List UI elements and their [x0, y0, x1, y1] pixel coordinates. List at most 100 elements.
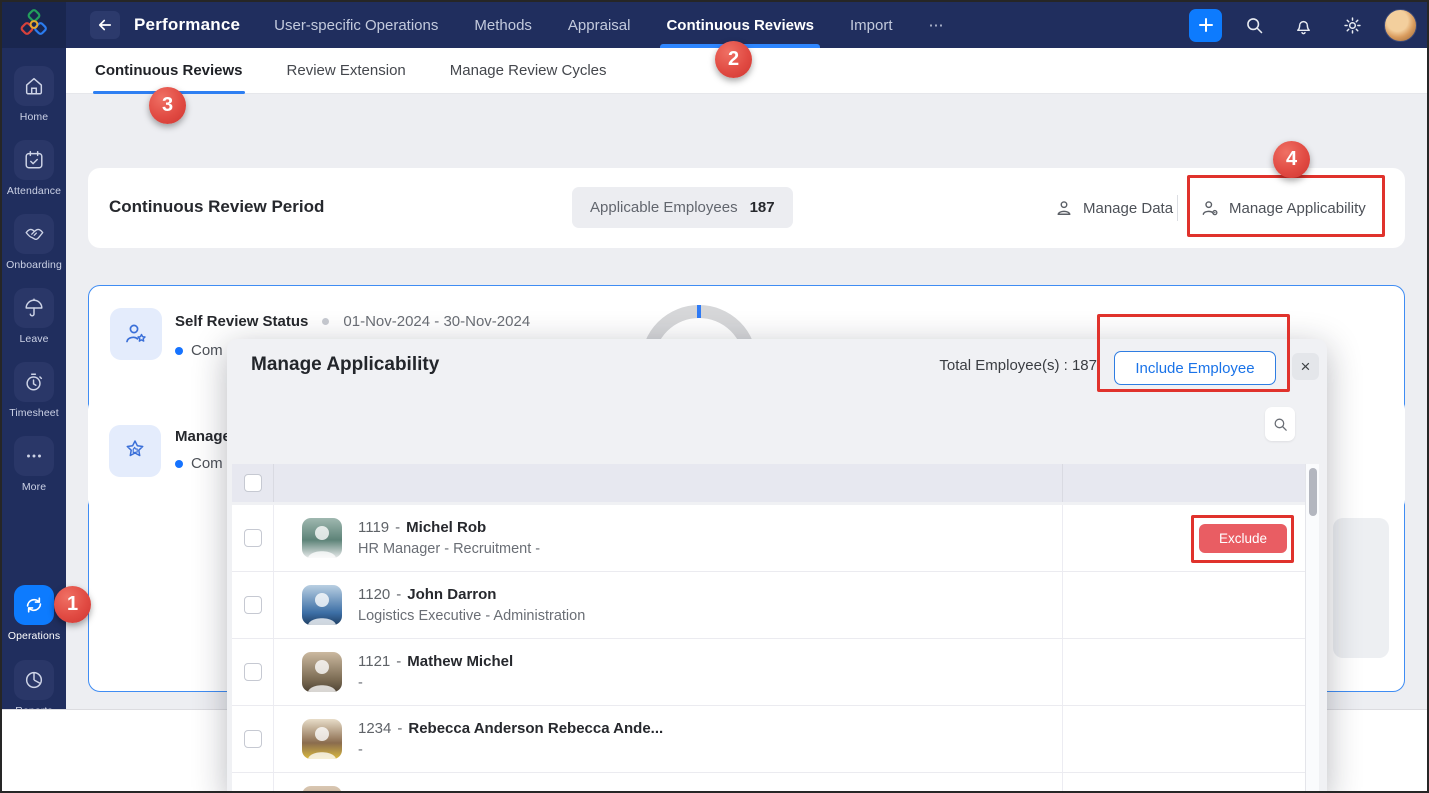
sidebar-item-timesheet[interactable]: Timesheet — [2, 362, 66, 419]
tab-continuous-reviews[interactable]: Continuous Reviews — [660, 2, 820, 48]
employee-name: Mathew Michel — [407, 653, 514, 670]
employee-row-john-darron[interactable]: 1120- John Darron Logistics Executive - A… — [232, 572, 1305, 639]
row-checkbox[interactable] — [243, 596, 262, 614]
search-icon — [1274, 418, 1287, 431]
employee-avatar — [302, 518, 342, 558]
chip-label: Applicable Employees — [590, 199, 738, 216]
settings-button[interactable] — [1335, 8, 1369, 42]
employee-avatar — [302, 652, 342, 692]
employee-id: 1121 — [358, 653, 391, 670]
employee-column-header — [274, 464, 1062, 502]
employee-subtitle: - — [358, 675, 363, 691]
add-button[interactable] — [1189, 8, 1222, 42]
employee-avatar — [302, 719, 342, 759]
modal-scrollbar-thumb[interactable] — [1309, 468, 1317, 516]
employee-id: 1120 — [358, 586, 391, 603]
applicable-employees-chip: Applicable Employees 187 — [572, 187, 793, 228]
navbar-actions — [1189, 8, 1417, 42]
employee-subtitle: - — [358, 742, 363, 758]
sidebar-item-leave[interactable]: Leave — [2, 288, 66, 345]
employee-table-header — [232, 464, 1305, 502]
select-all-checkbox[interactable] — [243, 474, 262, 492]
self-review-title: Self Review Status — [175, 313, 309, 330]
employee-row-jacob-sanders[interactable]: 1236-Jacob Sanders — [232, 773, 1305, 791]
manage-data-button[interactable]: Manage Data — [1054, 168, 1173, 248]
step-badge-1: 1 — [54, 586, 91, 623]
employee-row-rebecca-anderson[interactable]: 1234- Rebecca Anderson Rebecca Ande... - — [232, 706, 1305, 773]
person-icon — [1057, 201, 1071, 215]
calendar-check-icon — [25, 151, 43, 169]
employee-row-michel-rob[interactable]: 1119- Michel Rob HR Manager - Recruitment… — [232, 505, 1305, 572]
tab-user-specific-operations[interactable]: User-specific Operations — [274, 2, 438, 48]
manage-review-title: Manage — [175, 428, 231, 445]
manage-applicability-modal: Manage Applicability Total Employee(s) :… — [227, 339, 1327, 791]
modal-close-button[interactable]: × — [1292, 353, 1319, 380]
step-badge-2: 2 — [715, 41, 752, 78]
bell-icon — [1296, 20, 1310, 34]
close-icon: × — [1300, 356, 1311, 376]
employee-row-mathew-michel[interactable]: 1121- Mathew Michel - — [232, 639, 1305, 706]
annotation-rect-exclude — [1191, 515, 1294, 563]
employee-name: John Darron — [407, 586, 497, 603]
tab-import[interactable]: Import — [850, 2, 893, 48]
employee-subtitle: HR Manager - Recruitment - — [358, 541, 541, 557]
manage-review-icon-box — [109, 425, 161, 477]
operations-sync-icon — [26, 597, 42, 613]
sidebar-item-onboarding[interactable]: Onboarding — [2, 214, 66, 271]
row-checkbox[interactable] — [243, 663, 262, 681]
umbrella-icon — [25, 298, 43, 317]
modal-title: Manage Applicability — [251, 354, 440, 375]
employee-avatar — [302, 585, 342, 625]
dash: - — [396, 653, 402, 670]
manage-review-status-text: Com — [191, 455, 223, 472]
tab-methods[interactable]: Methods — [474, 2, 532, 48]
modal-search-button[interactable] — [1265, 407, 1295, 441]
search-icon — [1246, 17, 1262, 33]
row-checkbox[interactable] — [243, 529, 262, 547]
app-screen: Performance User-specific Operations Met… — [0, 0, 1429, 793]
arrow-left-icon — [98, 19, 112, 31]
user-avatar[interactable] — [1384, 8, 1417, 42]
star-thumb-icon — [126, 440, 144, 457]
tab-appraisal[interactable]: Appraisal — [568, 2, 631, 48]
self-review-status-text: Com — [191, 342, 223, 359]
ellipsis-icon — [27, 454, 41, 458]
donut-progress-tick — [697, 305, 701, 318]
employee-name: Rebecca Anderson Rebecca Ande... — [408, 720, 664, 737]
page-title: Performance — [134, 15, 241, 34]
manage-review-status-line: Com — [175, 455, 223, 472]
employee-avatar — [302, 786, 342, 791]
home-icon — [25, 77, 43, 95]
subtab-review-extension[interactable]: Review Extension — [287, 48, 406, 94]
handshake-icon — [25, 228, 44, 240]
sidebar-item-attendance[interactable]: Attendance — [2, 140, 66, 197]
manage-data-label: Manage Data — [1083, 199, 1174, 217]
row-checkbox[interactable] — [243, 730, 262, 748]
self-review-status-line: Com — [175, 342, 223, 359]
employee-subtitle: Logistics Executive - Administration — [358, 608, 586, 624]
self-review-header-row: Self Review Status 01-Nov-2024 - 30-Nov-… — [175, 313, 530, 330]
subtab-manage-review-cycles[interactable]: Manage Review Cycles — [450, 48, 607, 94]
status-dot — [175, 346, 183, 355]
total-employees-label: Total Employee(s) : 187 — [939, 357, 1097, 374]
step-badge-4: 4 — [1273, 141, 1310, 178]
modal-scrollbar-track[interactable] — [1305, 464, 1319, 791]
sidebar-item-more[interactable]: More — [2, 436, 66, 493]
back-button[interactable] — [90, 11, 120, 39]
app-logo[interactable] — [2, 2, 66, 48]
divider — [1177, 195, 1178, 221]
notifications-button[interactable] — [1286, 8, 1320, 42]
separator-dot — [322, 318, 330, 325]
employee-id: 1119 — [358, 519, 390, 536]
sidebar-item-home[interactable]: Home — [2, 66, 66, 123]
status-dot — [175, 459, 183, 468]
period-card-title: Continuous Review Period — [109, 197, 325, 216]
plus-icon — [1198, 18, 1213, 32]
timer-icon — [26, 373, 43, 391]
employee-id: 1234 — [358, 720, 392, 737]
annotation-rect-manage-applicability — [1187, 175, 1385, 237]
tab-more-options[interactable]: ⋯ — [929, 2, 944, 48]
sidebar-item-reports[interactable]: Reports — [2, 660, 66, 709]
employee-name: Michel Rob — [406, 519, 487, 536]
search-button[interactable] — [1237, 8, 1271, 42]
